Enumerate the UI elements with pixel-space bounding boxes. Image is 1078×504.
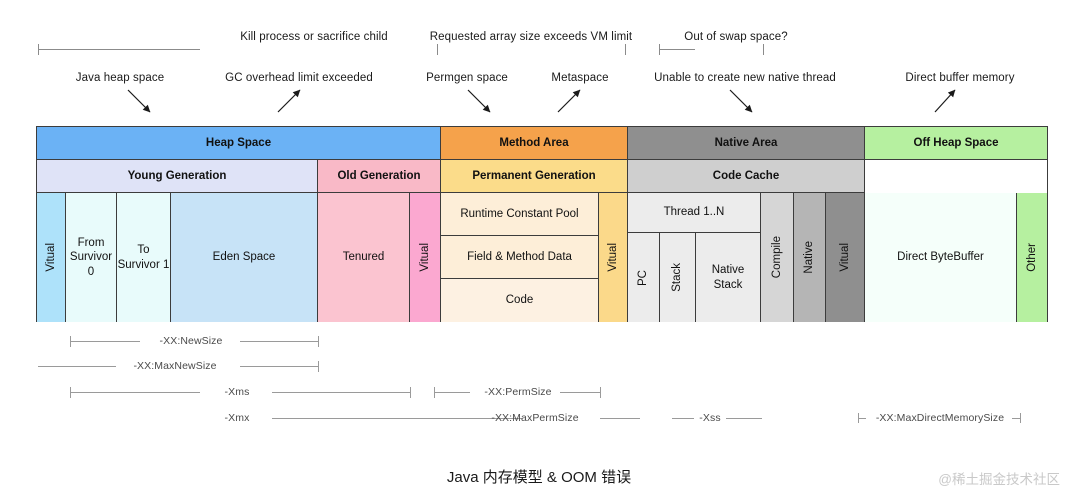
flag-label-xms: -Xms [224, 386, 250, 398]
region-permgen-virtual-label: Vitual [606, 243, 619, 272]
region-young-virtual[interactable]: Vitual [37, 193, 66, 322]
flag-label-xmx: -Xmx [224, 412, 250, 424]
region-tenured[interactable]: Tenured [318, 193, 410, 322]
region-thread-header[interactable]: Thread 1..N [628, 193, 761, 233]
flag-label-maxnewsize: -XX:MaxNewSize [133, 360, 217, 372]
leader-line-swap [659, 49, 695, 50]
region-native-area[interactable]: Native Area [628, 127, 865, 160]
flag-line-xss-right [726, 418, 762, 419]
flag-line-maxpermsize-left [404, 418, 444, 419]
leader-tick-permgen [437, 44, 438, 55]
region-pc[interactable]: PC [628, 233, 660, 322]
leader-tick-heap-start [38, 44, 39, 55]
region-native-label: Native [803, 241, 816, 274]
region-pc-label: PC [637, 269, 650, 286]
region-code[interactable]: Code [441, 279, 599, 322]
flag-tick-xms-end [410, 387, 411, 398]
flag-line-permsize-right [560, 392, 600, 393]
leader-line-heap-range [38, 49, 200, 50]
oom-annotation-permgen-space: Permgen space [426, 72, 508, 84]
flag-line-xms-left [70, 392, 200, 393]
region-native[interactable]: Native [794, 193, 826, 322]
watermark: @稀土掘金技术社区 [938, 472, 1060, 487]
region-young-generation[interactable]: Young Generation [37, 160, 318, 193]
region-direct-bytebuffer[interactable]: Direct ByteBuffer [865, 193, 1017, 322]
flag-line-maxdirect-left [858, 418, 866, 419]
region-old-virtual-label: Vitual [418, 243, 431, 272]
flag-line-maxnewsize-left [38, 366, 116, 367]
region-code-cache[interactable]: Code Cache [628, 160, 865, 193]
region-old-generation[interactable]: Old Generation [318, 160, 441, 193]
flag-line-maxnewsize-right [240, 366, 318, 367]
oom-annotation-out-of-swap-space: Out of swap space? [684, 31, 788, 43]
flag-label-maxdirectmemorysize: -XX:MaxDirectMemorySize [875, 412, 1005, 424]
memory-diagram: Heap Space Method Area Native Area Off H… [36, 126, 1048, 322]
oom-annotation-native-thread: Unable to create new native thread [654, 72, 836, 84]
page-title: Java 内存模型 & OOM 错误 [446, 469, 632, 486]
flag-label-xss: -Xss [699, 412, 721, 424]
flag-line-xss-left [672, 418, 694, 419]
region-permgen-virtual[interactable]: Vitual [599, 193, 628, 322]
region-young-virtual-label: Vitual [44, 243, 57, 272]
region-runtime-constant-pool[interactable]: Runtime Constant Pool [441, 193, 599, 236]
region-compile-label: Compile [770, 236, 783, 279]
region-stack-label: Stack [671, 263, 684, 292]
flag-label-maxpermsize: -XX:MaxPermSize [491, 412, 579, 424]
region-method-area[interactable]: Method Area [441, 127, 628, 160]
flag-line-newsize-right [240, 341, 318, 342]
oom-annotation-metaspace: Metaspace [551, 72, 609, 84]
region-other[interactable]: Other [1017, 193, 1047, 322]
region-compile[interactable]: Compile [761, 193, 794, 322]
leader-tick-swap-end [763, 44, 764, 55]
flag-label-permsize: -XX:PermSize [484, 386, 552, 398]
flag-line-xms-right [272, 392, 410, 393]
flag-label-newsize: -XX:NewSize [159, 335, 223, 347]
oom-annotation-requested-array-size: Requested array size exceeds VM limit [429, 31, 633, 43]
region-stack[interactable]: Stack [660, 233, 696, 322]
flag-tick-maxnewsize-end [318, 361, 319, 372]
oom-annotation-direct-buffer-memory: Direct buffer memory [905, 72, 1015, 84]
flag-tick-newsize-end [318, 336, 319, 347]
region-from-survivor-0[interactable]: From Survivor 0 [66, 193, 117, 322]
region-field-method-data[interactable]: Field & Method Data [441, 236, 599, 279]
region-native-virtual[interactable]: Vitual [826, 193, 865, 322]
region-native-virtual-label: Vitual [838, 243, 851, 272]
region-old-virtual[interactable]: Vitual [410, 193, 441, 322]
oom-annotation-java-heap-space: Java heap space [75, 72, 165, 84]
flag-line-permsize-left [434, 392, 470, 393]
flag-line-maxpermsize-right [600, 418, 640, 419]
flag-line-maxdirect-right [1012, 418, 1020, 419]
region-other-label: Other [1025, 243, 1038, 272]
region-eden-space[interactable]: Eden Space [171, 193, 318, 322]
leader-tick-metaspace [625, 44, 626, 55]
region-off-heap-space[interactable]: Off Heap Space [865, 127, 1047, 160]
flag-line-newsize-left [70, 341, 140, 342]
oom-annotation-gc-overhead: GC overhead limit exceeded [225, 72, 373, 84]
region-permanent-generation[interactable]: Permanent Generation [441, 160, 628, 193]
region-heap-space[interactable]: Heap Space [37, 127, 441, 160]
flag-tick-permsize-end [600, 387, 601, 398]
region-to-survivor-1[interactable]: To Survivor 1 [117, 193, 171, 322]
region-native-stack[interactable]: Native Stack [696, 233, 761, 322]
flag-tick-maxdirect-end [1020, 413, 1021, 423]
oom-annotation-kill-process: Kill process or sacrifice child [240, 31, 388, 43]
flag-line-xmx-right [272, 418, 522, 419]
